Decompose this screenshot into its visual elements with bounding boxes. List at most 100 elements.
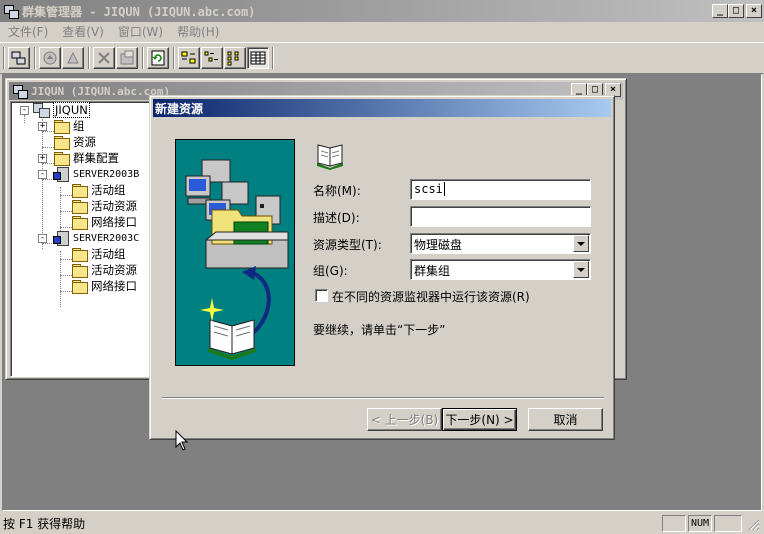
chevron-down-icon[interactable] bbox=[573, 235, 589, 252]
text-cursor bbox=[443, 182, 445, 196]
group-select[interactable]: 群集组 bbox=[410, 259, 591, 280]
tree-line bbox=[42, 119, 43, 249]
tree-item-label: 活动组 bbox=[91, 183, 126, 197]
resource-type-select[interactable]: 物理磁盘 bbox=[410, 233, 591, 254]
tree-collapse-root[interactable]: - bbox=[20, 106, 29, 115]
tree-item-resources[interactable]: 资源 bbox=[53, 134, 96, 150]
tree-expand-groups[interactable]: + bbox=[38, 122, 47, 131]
delete-icon[interactable] bbox=[93, 47, 115, 69]
group-value: 群集组 bbox=[414, 264, 451, 278]
server-icon bbox=[53, 167, 69, 182]
tree-item-label: 群集配置 bbox=[73, 151, 119, 165]
tree-item-network-interfaces[interactable]: 网络接口 bbox=[71, 278, 137, 294]
tree-line bbox=[24, 115, 25, 123]
new-resource-dialog: 新建资源 名称(M): scsi 描述(D): 资源类型(T): 物理磁盘 组(… bbox=[149, 95, 615, 440]
folder-icon bbox=[71, 279, 88, 294]
cancel-button[interactable]: 取消 bbox=[528, 408, 603, 431]
tree-item-root-label: JIQUN bbox=[53, 102, 90, 118]
main-window-title: 群集管理器 - JIQUN (JIQUN.abc.com) bbox=[22, 4, 256, 19]
folder-icon bbox=[71, 199, 88, 214]
tree-item-label: 网络接口 bbox=[91, 215, 137, 229]
tree-item-active-resources[interactable]: 活动资源 bbox=[71, 198, 137, 214]
resize-grip-icon[interactable] bbox=[748, 519, 760, 531]
menu-file[interactable]: 文件(F) bbox=[4, 23, 52, 40]
toolbar-separator bbox=[272, 47, 274, 69]
menu-window[interactable]: 窗口(W) bbox=[114, 23, 167, 40]
small-icons-icon[interactable] bbox=[201, 47, 223, 69]
details-icon[interactable] bbox=[247, 47, 269, 69]
tree-item-label: 活动资源 bbox=[91, 199, 137, 213]
menu-view[interactable]: 查看(V) bbox=[58, 23, 108, 40]
chevron-down-icon[interactable] bbox=[573, 261, 589, 278]
close-button[interactable]: × bbox=[746, 4, 762, 18]
description-field[interactable] bbox=[410, 206, 591, 227]
folder-icon bbox=[71, 263, 88, 278]
book-icon bbox=[315, 140, 347, 173]
list-icon[interactable] bbox=[224, 47, 246, 69]
folder-icon bbox=[71, 247, 88, 262]
folder-icon bbox=[71, 215, 88, 230]
menu-help[interactable]: 帮助(H) bbox=[173, 23, 223, 40]
status-panel-num: NUM bbox=[688, 515, 712, 532]
resource-type-label: 资源类型(T): bbox=[313, 238, 382, 252]
group-label: 组(G): bbox=[313, 264, 348, 278]
tree-item-groups[interactable]: 组 bbox=[53, 118, 85, 134]
refresh-icon[interactable] bbox=[147, 47, 169, 69]
dialog-divider bbox=[162, 397, 604, 399]
folder-icon bbox=[71, 183, 88, 198]
tree-item-root[interactable]: JIQUN bbox=[33, 102, 90, 118]
large-icons-icon[interactable] bbox=[178, 47, 200, 69]
tree-item-label: 活动资源 bbox=[91, 263, 137, 277]
tree-item-network-interfaces[interactable]: 网络接口 bbox=[71, 214, 137, 230]
tree-item-label: 组 bbox=[73, 119, 85, 133]
minimize-button[interactable]: _ bbox=[712, 4, 728, 18]
main-title-bar[interactable]: 群集管理器 - JIQUN (JIQUN.abc.com) _ □ × bbox=[0, 0, 764, 22]
description-label: 描述(D): bbox=[313, 211, 360, 225]
tree-item-server2003c[interactable]: SERVER2003C bbox=[53, 230, 139, 246]
status-panel-scroll bbox=[714, 515, 742, 532]
name-field[interactable]: scsi bbox=[410, 179, 591, 200]
take-offline-icon[interactable] bbox=[62, 47, 84, 69]
toolbar-separator bbox=[88, 47, 90, 69]
tree-item-cluster-config[interactable]: 群集配置 bbox=[53, 150, 119, 166]
resource-type-value: 物理磁盘 bbox=[414, 238, 463, 252]
cluster-tree[interactable]: - JIQUN + 组 资源 + 群集配置 - SERVER2003B 活动组 bbox=[10, 101, 150, 377]
toolbar-separator bbox=[173, 47, 175, 69]
name-field-value: scsi bbox=[414, 182, 443, 196]
tree-item-active-resources[interactable]: 活动资源 bbox=[71, 262, 137, 278]
folder-icon bbox=[53, 135, 70, 150]
wizard-illustration-icon bbox=[185, 159, 289, 360]
folder-icon bbox=[53, 119, 70, 134]
tree-collapse-server2003c[interactable]: - bbox=[38, 234, 47, 243]
dialog-title: 新建资源 bbox=[155, 101, 204, 116]
folder-icon bbox=[53, 151, 70, 166]
properties-icon[interactable] bbox=[116, 47, 138, 69]
toolbar-separator bbox=[142, 47, 144, 69]
dialog-title-bar[interactable]: 新建资源 bbox=[153, 99, 611, 117]
toolbar bbox=[0, 42, 764, 74]
tree-expand-cluster-config[interactable]: + bbox=[38, 154, 47, 163]
maximize-button[interactable]: □ bbox=[728, 4, 744, 18]
tree-item-active-groups[interactable]: 活动组 bbox=[71, 246, 126, 262]
tree-item-active-groups[interactable]: 活动组 bbox=[71, 182, 126, 198]
back-button[interactable]: < 上一步(B) bbox=[367, 408, 442, 431]
separate-monitor-checkbox[interactable] bbox=[315, 289, 328, 302]
tree-item-label: 网络接口 bbox=[91, 279, 137, 293]
toolbar-separator bbox=[34, 47, 36, 69]
next-button[interactable]: 下一步(N) > bbox=[442, 408, 517, 431]
server-icon bbox=[53, 231, 69, 246]
tree-collapse-server2003b[interactable]: - bbox=[38, 170, 47, 179]
status-text: 按 F1 获得帮助 bbox=[3, 517, 86, 531]
cluster-icon[interactable] bbox=[8, 47, 30, 69]
cluster-manager-icon bbox=[3, 3, 19, 19]
cluster-icon bbox=[33, 103, 50, 118]
bring-online-icon[interactable] bbox=[39, 47, 61, 69]
tree-item-label: SERVER2003C bbox=[73, 232, 140, 244]
tree-item-label: 活动组 bbox=[91, 247, 126, 261]
status-bar: 按 F1 获得帮助 NUM bbox=[0, 513, 764, 534]
tree-item-server2003b[interactable]: SERVER2003B bbox=[53, 166, 139, 182]
toolbar-grip bbox=[3, 47, 5, 69]
tree-item-label: 资源 bbox=[73, 135, 96, 149]
continue-hint: 要继续，请单击“下一步” bbox=[313, 323, 446, 337]
separate-monitor-label[interactable]: 在不同的资源监视器中运行该资源(R) bbox=[332, 288, 530, 305]
